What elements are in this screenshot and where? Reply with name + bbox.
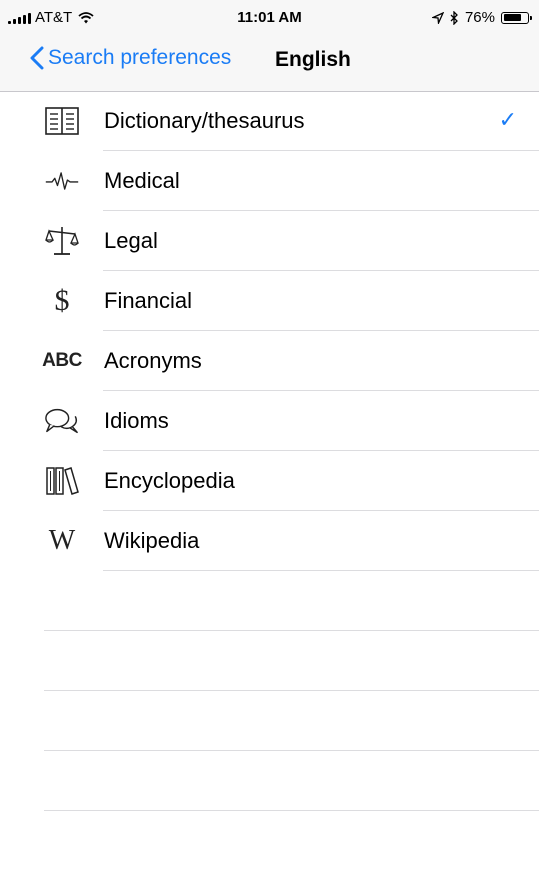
list-item-label: Idioms	[104, 408, 169, 433]
wikipedia-icon: W	[48, 525, 76, 556]
list-item-label: Encyclopedia	[104, 468, 235, 493]
battery-percent: 76%	[464, 9, 495, 26]
list-item-legal[interactable]: Legal	[0, 211, 539, 271]
list-item-financial[interactable]: $ Financial	[0, 271, 539, 331]
checkmark-icon: ✓	[498, 107, 517, 132]
source-list: Dictionary/thesaurus ✓ Medical Legal $ F…	[0, 91, 539, 811]
list-item-label: Legal	[104, 228, 158, 253]
list-item-idioms[interactable]: Idioms	[0, 391, 539, 451]
abc-icon: ABC	[42, 350, 82, 371]
bluetooth-icon	[450, 10, 459, 25]
list-item-encyclopedia[interactable]: Encyclopedia	[0, 451, 539, 511]
empty-row	[0, 631, 539, 691]
status-right: 76%	[431, 9, 532, 26]
list-item-label: Financial	[104, 288, 193, 313]
heartbeat-icon	[44, 163, 80, 199]
list-item-label: Acronyms	[104, 348, 202, 373]
empty-row	[0, 751, 539, 811]
top-bar: AT&T 11:01 AM 76% Search preferences Eng…	[0, 0, 539, 92]
divider	[44, 810, 539, 811]
back-label: Search preferences	[48, 46, 232, 69]
chevron-left-icon	[30, 46, 44, 70]
speech-bubbles-icon	[44, 403, 80, 439]
empty-row	[0, 691, 539, 751]
back-button[interactable]: Search preferences	[30, 46, 231, 70]
list-item-label: Wikipedia	[104, 528, 200, 553]
book-icon	[44, 103, 80, 139]
list-item-medical[interactable]: Medical	[0, 151, 539, 211]
list-item-label: Medical	[104, 168, 180, 193]
list-item-label: Dictionary/thesaurus	[104, 108, 305, 133]
list-item-acronyms[interactable]: ABC Acronyms	[0, 331, 539, 391]
navigation-bar: Search preferences English	[0, 40, 539, 84]
list-item-dictionary[interactable]: Dictionary/thesaurus ✓	[0, 91, 539, 151]
empty-row	[0, 571, 539, 631]
battery-icon	[501, 11, 532, 24]
scales-icon	[44, 223, 80, 259]
status-bar: AT&T 11:01 AM 76%	[0, 0, 539, 36]
location-arrow-icon	[431, 11, 444, 24]
list-item-wikipedia[interactable]: W Wikipedia	[0, 511, 539, 571]
page-title: English	[275, 48, 351, 71]
dollar-icon: $	[54, 284, 70, 317]
books-icon	[44, 463, 80, 499]
